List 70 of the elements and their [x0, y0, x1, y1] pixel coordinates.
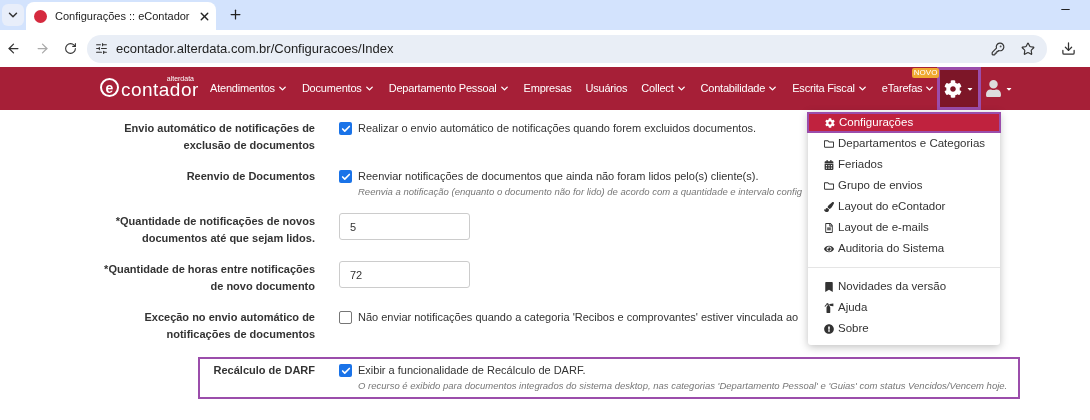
number-field[interactable]: 5: [339, 213, 470, 241]
checkbox-label: Não enviar notificações quando a categoria 'Recibos e comprovantes' estiver vinculada ao: [358, 310, 799, 326]
chevron-down-icon: [767, 83, 779, 94]
settings-menu-button[interactable]: [937, 67, 982, 110]
gear-icon: [825, 117, 835, 128]
dropdown-menu-item[interactable]: Ajuda: [808, 297, 1000, 318]
dropdown-menu-item[interactable]: Feriados: [808, 154, 1000, 175]
address-bar[interactable]: econtador.alterdata.com.br/Configuracoes/Index: [87, 34, 1047, 63]
dropdown-menu-item[interactable]: Grupo de envios: [808, 175, 1000, 196]
checkbox[interactable]: [339, 364, 352, 378]
browser-tab[interactable]: Configurações :: eContador: [26, 2, 216, 30]
site-settings-icon[interactable]: [95, 42, 108, 55]
setting-label: *Quantidade de horas entre notificações de novo documento: [103, 262, 315, 295]
dropdown-menu-item[interactable]: Sobre: [808, 318, 1000, 339]
folder-icon: [824, 180, 834, 191]
setting-label: Envio automático de notificações de exclusão de documentos: [123, 121, 315, 153]
nav-menu-item[interactable]: Documentos: [301, 80, 375, 97]
dropdown-menu-item[interactable]: Auditoria do Sistema: [808, 238, 1000, 259]
nav-menu-item[interactable]: eTarefas: [881, 80, 936, 97]
checkbox-label: Reenviar notificações de documentos que ainda não foram lidos pelo(s) cliente(s).: [358, 169, 759, 184]
document-icon: [824, 222, 834, 233]
setting-label: Recálculo de DARF: [212, 363, 315, 379]
bookmark-star-icon[interactable]: [1021, 41, 1035, 56]
checkbox[interactable]: [339, 122, 352, 135]
nav-menu-item[interactable]: Escrita Fiscal: [792, 80, 868, 97]
number-field[interactable]: 72: [339, 261, 470, 289]
key-icon[interactable]: [991, 41, 1005, 56]
settings-icon: [944, 79, 963, 98]
setting-label: Reenvio de Documentos: [185, 169, 315, 184]
favicon-icon: [34, 9, 47, 23]
setting-label: Exceção no envio automático de notificações de documentos: [143, 310, 315, 343]
download-icon[interactable]: [1061, 41, 1076, 56]
folder-icon: [824, 138, 834, 149]
paint-brush-icon: [824, 201, 834, 212]
url-text: econtador.alterdata.com.br/Configuracoes/Index: [116, 39, 394, 58]
user-icon: [985, 80, 1003, 97]
new-badge: NOVO: [911, 68, 940, 79]
setting-label: *Quantidade de notificações de novos documentos até que sejam lidos.: [114, 214, 315, 247]
new-tab-icon[interactable]: [228, 7, 243, 22]
chevron-down-icon: [498, 83, 510, 94]
tab-title: Configurações :: eContador: [55, 8, 190, 24]
chevron-down-icon: [363, 83, 375, 94]
checkbox-label: Realizar o envio automático de notificações quando forem excluidos documentos.: [358, 121, 757, 136]
checkbox[interactable]: [339, 170, 352, 183]
hint-text: O recurso é exibido para documentos integrados do sistema desktop, nas categorias 'Departamento Pessoal' e 'Guias' com status Vencidos/Vencem hoje.: [358, 379, 1008, 394]
reload-icon[interactable]: [64, 42, 77, 55]
chevron-down-icon: [924, 83, 936, 94]
dropdown-menu-item[interactable]: Novidades da versão: [808, 276, 1000, 297]
eye-icon: [824, 243, 834, 254]
nav-menu-item[interactable]: Usuários: [585, 80, 628, 97]
dropdown-menu-item[interactable]: Layout de e-mails: [808, 217, 1000, 238]
dropdown-menu-item[interactable]: Layout do eContador: [808, 196, 1000, 217]
dropdown-menu-item[interactable]: Configurações: [807, 112, 1001, 133]
nav-menu-item[interactable]: Departamento Pessoal: [388, 80, 510, 97]
nav-menu-item[interactable]: Contabilidade: [700, 80, 779, 97]
fire-extinguisher-icon: [824, 302, 834, 313]
checkbox[interactable]: [339, 311, 352, 325]
back-icon[interactable]: [6, 41, 21, 56]
nav-menu-item[interactable]: Atendimentos: [210, 80, 288, 97]
dropdown-menu-item[interactable]: Departamentos e Categorias: [808, 133, 1000, 154]
hint-text: Reenvia a notificação (enquanto o documento não for lido) de acordo com a quantidade e intervalo config: [358, 185, 803, 199]
calendar-icon: [824, 159, 834, 170]
user-menu-button[interactable]: [985, 80, 1014, 97]
nav-menu-item[interactable]: Empresas: [523, 80, 572, 97]
chevron-down-icon: [276, 83, 288, 94]
bookmark-icon: [824, 281, 834, 292]
chevron-down-icon: [856, 83, 868, 94]
nav-menu-item[interactable]: Collect: [641, 80, 687, 97]
checkbox-label: Exibir a funcionalidade de Recálculo de DARF.: [358, 363, 586, 379]
chevron-down-icon: [675, 83, 687, 94]
